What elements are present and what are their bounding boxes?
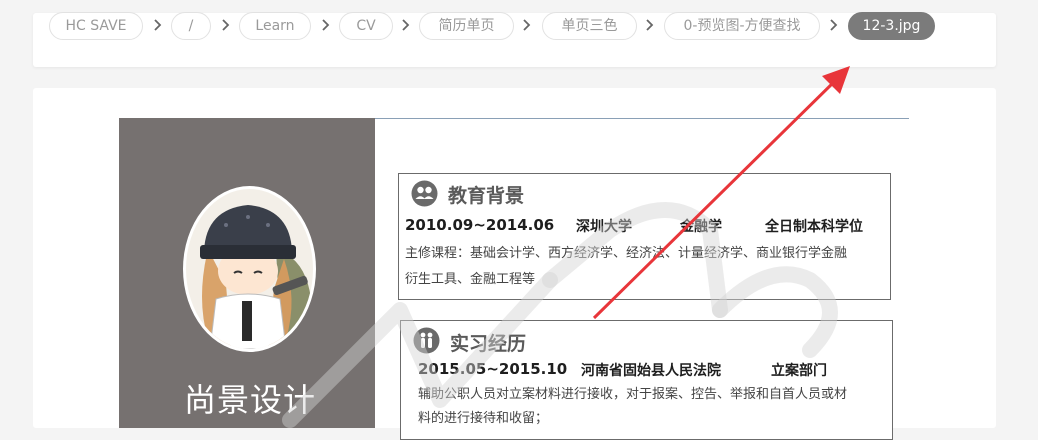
- education-title: 教育背景: [448, 185, 525, 207]
- graduation-users-icon: [411, 180, 438, 207]
- education-degree: 全日制本科学位: [765, 219, 863, 235]
- education-courses-line-2: 衍生工具、金融工程等: [405, 272, 536, 287]
- avatar-illustration: [186, 189, 313, 349]
- internship-date: 2015.05~2015.10: [418, 360, 568, 378]
- internship-desc-line-1: 辅助公职人员对立案材料进行接收，对于报案、控告、举报和自首人员或材: [418, 387, 848, 402]
- education-date: 2010.09~2014.06: [405, 216, 555, 234]
- breadcrumb-item-resume-single[interactable]: 简历单页: [419, 12, 514, 40]
- chevron-right-icon: [643, 15, 657, 35]
- chevron-right-icon: [520, 15, 534, 35]
- breadcrumb-item-hc-save[interactable]: HC SAVE: [49, 12, 143, 40]
- breadcrumb-item-learn[interactable]: Learn: [239, 12, 311, 40]
- breadcrumb-item-three-colors[interactable]: 单页三色: [542, 12, 637, 40]
- breadcrumb-item-root[interactable]: /: [171, 12, 211, 40]
- internship-title: 实习经历: [450, 333, 527, 355]
- internship-org: 河南省固始县人民法院: [581, 363, 721, 379]
- avatar: [183, 186, 316, 352]
- chevron-right-icon: [319, 15, 333, 35]
- breadcrumb-current-file[interactable]: 12-3.jpg: [848, 12, 935, 40]
- chevron-right-icon: [399, 15, 413, 35]
- chevron-right-icon: [827, 15, 841, 35]
- education-school: 深圳大学: [576, 219, 632, 235]
- chevron-right-icon: [219, 15, 233, 35]
- header-rule: [375, 118, 909, 119]
- people-icon: [413, 327, 440, 354]
- internship-dept: 立案部门: [771, 363, 827, 379]
- brand-title: 尚景设计: [183, 381, 316, 419]
- internship-desc-line-2: 料的进行接待和收留；: [418, 411, 549, 426]
- education-major: 金融学: [680, 219, 722, 235]
- chevron-right-icon: [151, 15, 165, 35]
- breadcrumb-item-preview-folder[interactable]: 0-预览图-方便查找: [664, 12, 820, 40]
- breadcrumb-item-cv[interactable]: CV: [339, 12, 393, 40]
- education-courses-line-1: 主修课程：基础会计学、西方经济学、经济法、计量经济学、商业银行学金融: [405, 246, 848, 261]
